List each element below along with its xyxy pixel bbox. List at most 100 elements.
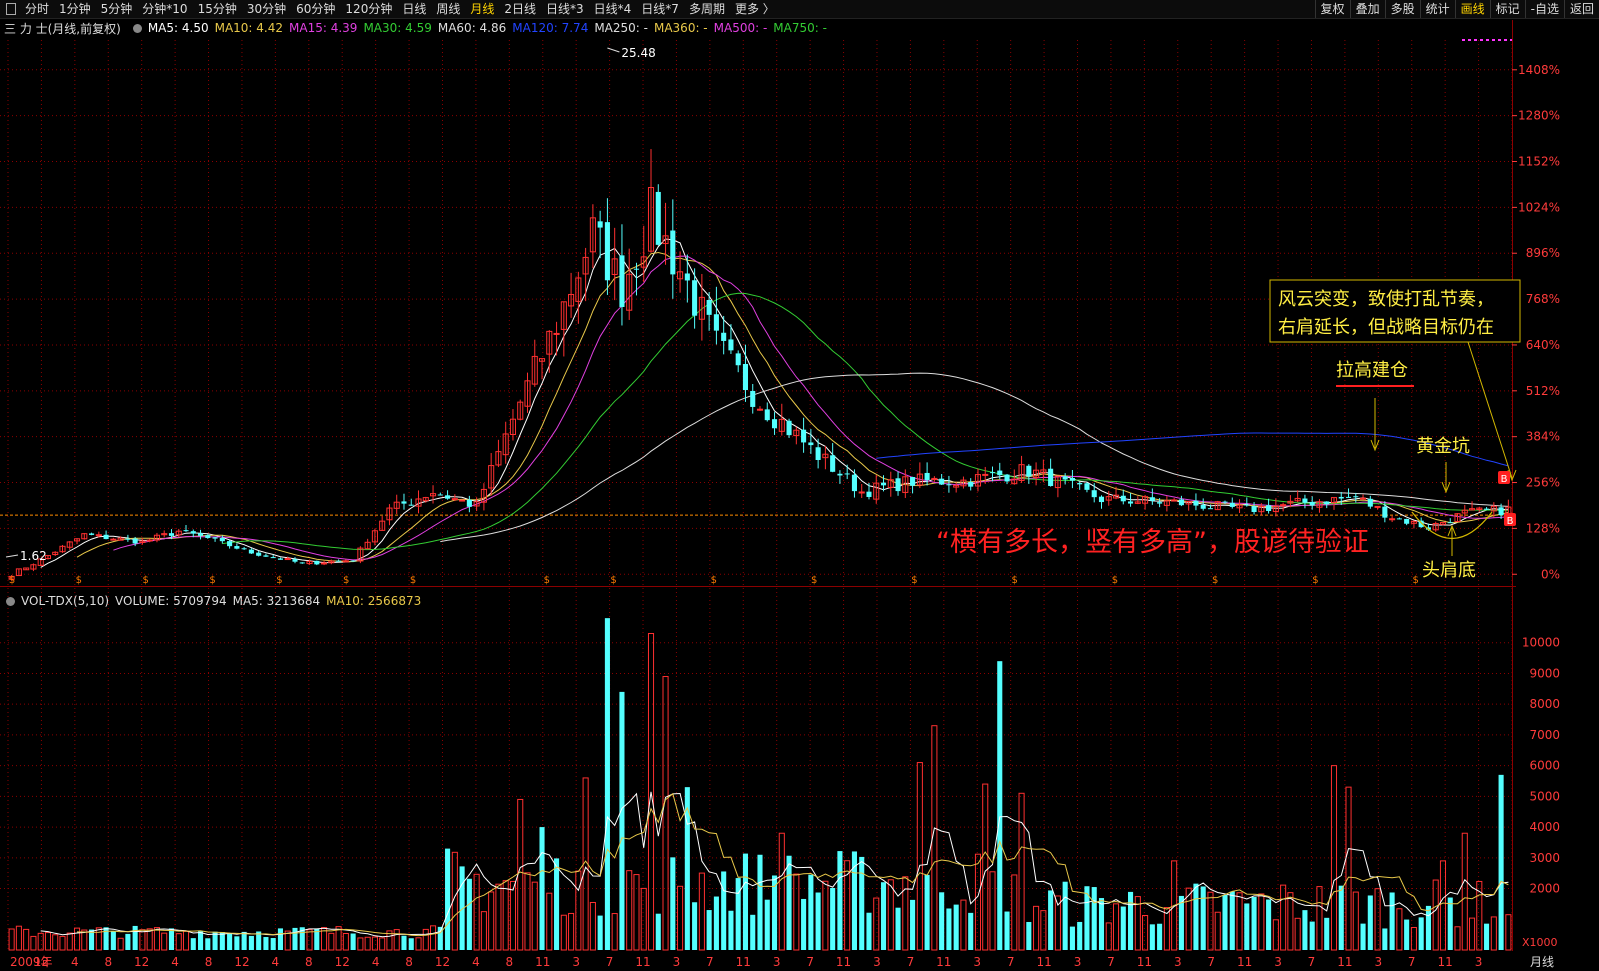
candle-body-19 bbox=[146, 539, 153, 542]
period-tab-3[interactable]: 分钟*10 bbox=[137, 0, 192, 18]
volume-bar-183 bbox=[1338, 885, 1344, 950]
volume-settings-dot-icon[interactable] bbox=[6, 596, 15, 606]
period-tab-7[interactable]: 120分钟 bbox=[340, 0, 397, 18]
period-tab-8[interactable]: 日线 bbox=[397, 0, 431, 18]
candle-body-165 bbox=[1207, 508, 1214, 510]
volume-bar-157 bbox=[1149, 924, 1155, 950]
dollar-marker-5: $ bbox=[343, 575, 349, 586]
volume-bar-199 bbox=[1454, 926, 1461, 951]
time-tick-label-43: 11 bbox=[1438, 955, 1453, 969]
tool-button-5[interactable]: 标记 bbox=[1489, 0, 1525, 18]
volume-bar-46 bbox=[342, 932, 349, 951]
volume-bar-66 bbox=[488, 891, 495, 951]
period-tab-1[interactable]: 1分钟 bbox=[54, 0, 96, 18]
tool-button-2[interactable]: 多股 bbox=[1384, 0, 1420, 18]
period-tab-9[interactable]: 周线 bbox=[431, 0, 465, 18]
candle-body-192 bbox=[1404, 518, 1410, 524]
period-tab-6[interactable]: 60分钟 bbox=[291, 0, 340, 18]
candle-body-148 bbox=[1084, 483, 1090, 490]
time-tick-label-45: 月线 bbox=[1530, 955, 1554, 969]
volume-bar-72 bbox=[531, 881, 538, 951]
period-tab-5[interactable]: 30分钟 bbox=[242, 0, 291, 18]
candle-body-42 bbox=[314, 560, 320, 565]
tool-button-4[interactable]: 画线 bbox=[1454, 0, 1490, 18]
time-tick-label-13: 12 bbox=[435, 955, 450, 969]
volume-bar-78 bbox=[575, 870, 582, 951]
period-tab-16[interactable]: 更多 〉 bbox=[730, 0, 780, 18]
volume-bar-3 bbox=[30, 935, 37, 951]
volume-bar-142 bbox=[1040, 910, 1047, 951]
candle-body-116 bbox=[851, 474, 857, 492]
tool-button-1[interactable]: 叠加 bbox=[1349, 0, 1385, 18]
volume-bar-136 bbox=[997, 661, 1003, 950]
period-tab-13[interactable]: 日线*4 bbox=[589, 0, 637, 18]
period-tab-0[interactable]: 分时 bbox=[20, 0, 54, 18]
volume-bar-4 bbox=[37, 932, 44, 951]
volume-bar-118 bbox=[866, 912, 872, 950]
period-tab-15[interactable]: 多周期 bbox=[684, 0, 730, 18]
time-tick-label-3: 8 bbox=[104, 955, 112, 969]
golden-pit-label: 黄金坑 bbox=[1416, 436, 1470, 457]
volume-bar-203 bbox=[1484, 923, 1490, 950]
candle-body-188 bbox=[1374, 505, 1381, 508]
volume-bar-15 bbox=[117, 937, 124, 951]
candle-body-129 bbox=[946, 484, 952, 486]
period-tab-12[interactable]: 日线*3 bbox=[541, 0, 589, 18]
candle-body-190 bbox=[1389, 518, 1396, 521]
volume-bar-70 bbox=[517, 798, 524, 951]
volume-bar-2 bbox=[23, 928, 30, 951]
price-tick-label-4: 896% bbox=[1526, 246, 1560, 260]
price-tick-label-7: 512% bbox=[1526, 384, 1560, 398]
volume-bar-31 bbox=[234, 936, 240, 950]
price-tick-label-11: 0% bbox=[1541, 567, 1560, 581]
period-tab-14[interactable]: 日线*7 bbox=[636, 0, 684, 18]
volume-bar-196 bbox=[1432, 879, 1439, 951]
tool-button-7[interactable]: 返回 bbox=[1563, 0, 1599, 18]
peak-label: 25.48 bbox=[621, 46, 655, 60]
volume-bar-51 bbox=[379, 937, 386, 951]
window-icon[interactable] bbox=[6, 3, 16, 15]
volume-value-1: MA5: 3213684 bbox=[232, 594, 321, 608]
dollar-marker-12: $ bbox=[1011, 575, 1017, 586]
candle-body-99 bbox=[728, 339, 734, 351]
tool-button-6[interactable]: -自选 bbox=[1524, 0, 1564, 18]
buy-marker-text-0: B bbox=[1501, 474, 1508, 485]
time-tick-label-31: 11 bbox=[1036, 955, 1051, 969]
period-list: 分时 1分钟 5分钟 分钟*10 15分钟 30分钟 60分钟 120分钟 日线 周线 月线 2日线日… bbox=[0, 0, 780, 18]
candle-body-32 bbox=[241, 548, 247, 550]
tool-button-0[interactable]: 复权 bbox=[1314, 0, 1350, 18]
volume-bar-47 bbox=[350, 933, 356, 950]
volume-bar-13 bbox=[103, 927, 109, 950]
candle-body-136 bbox=[997, 470, 1003, 476]
dollar-marker-14: $ bbox=[1212, 575, 1218, 586]
time-tick-label-42: 7 bbox=[1408, 955, 1416, 969]
candle-body-140 bbox=[1026, 465, 1032, 477]
candle-body-118 bbox=[866, 491, 872, 497]
time-tick-label-23: 3 bbox=[773, 955, 781, 969]
tool-button-3[interactable]: 统计 bbox=[1419, 0, 1455, 18]
time-tick-label-12: 8 bbox=[405, 955, 413, 969]
strategy-box-line2: 右肩延长，但战略目标仍在 bbox=[1278, 317, 1494, 338]
period-tab-11[interactable]: 2日线 bbox=[499, 0, 541, 18]
period-tab-4[interactable]: 15分钟 bbox=[193, 0, 242, 18]
volume-bar-6 bbox=[52, 934, 59, 951]
settings-dot-icon[interactable] bbox=[132, 23, 142, 33]
volume-bar-76 bbox=[560, 914, 567, 951]
volume-bar-97 bbox=[713, 896, 719, 950]
volume-tick-label-7: 3000 bbox=[1529, 851, 1560, 865]
volume-bar-94 bbox=[692, 902, 698, 950]
time-tick-label-1: 12 bbox=[34, 955, 49, 969]
volume-bar-1 bbox=[15, 925, 22, 951]
volume-bar-205 bbox=[1498, 774, 1504, 950]
price-tick-label-8: 384% bbox=[1526, 430, 1560, 444]
period-tab-10[interactable]: 月线 bbox=[465, 0, 499, 18]
volume-bar-83 bbox=[611, 913, 618, 951]
volume-bar-140 bbox=[1026, 921, 1032, 950]
period-tab-2[interactable]: 5分钟 bbox=[96, 0, 138, 18]
volume-bar-190 bbox=[1389, 892, 1395, 950]
candle-body-47 bbox=[350, 560, 356, 562]
volume-bar-74 bbox=[546, 892, 553, 951]
candle-body-143 bbox=[1048, 468, 1054, 487]
volume-tick-label-1: 9000 bbox=[1529, 666, 1560, 680]
candle-body-86 bbox=[633, 268, 640, 270]
